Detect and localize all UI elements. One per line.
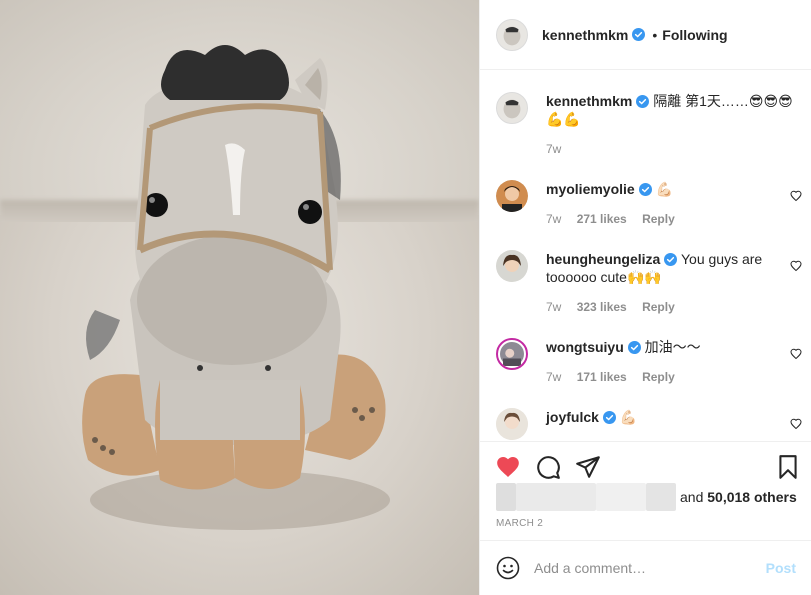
comment-username[interactable]: heungheungeliza	[546, 251, 660, 267]
verified-icon	[627, 341, 641, 354]
small-heart-icon[interactable]	[790, 348, 802, 360]
post-header: kennethmkm • Following	[480, 0, 811, 70]
comment-body: joyfulck 💪🏻	[546, 408, 796, 440]
verified-icon	[638, 183, 652, 196]
caption: kennethmkm 隔離 第1天……😎😎😎💪💪 7w	[496, 92, 796, 158]
comment-meta: 7w 171 likes Reply	[546, 368, 796, 386]
caption-avatar-image	[497, 93, 527, 123]
comment-age[interactable]: 7w	[546, 212, 561, 226]
comment-avatar[interactable]	[496, 180, 528, 212]
share-icon[interactable]	[575, 454, 601, 480]
instagram-post-window: kennethmkm • Following kennethmkm 隔離 第1天…	[0, 0, 811, 595]
comment-avatar-image	[496, 408, 528, 440]
header-separator: •	[652, 26, 658, 43]
comment-meta: 7w 271 likes Reply	[546, 210, 796, 228]
post-side-panel: kennethmkm • Following kennethmkm 隔離 第1天…	[479, 0, 811, 595]
following-button[interactable]: Following	[662, 27, 727, 43]
comment-username[interactable]: joyfulck	[546, 409, 599, 425]
verified-icon	[636, 95, 650, 108]
comment-text-line: heungheungeliza You guys are toooooo cut…	[546, 250, 796, 286]
comment-body: wongtsuiyu 加油～～ 7w 171 likes Reply	[546, 338, 796, 386]
comment-avatar-image	[496, 250, 528, 282]
author-avatar[interactable]	[496, 18, 528, 51]
author-avatar-image	[497, 19, 527, 50]
small-heart-icon[interactable]	[790, 260, 802, 272]
caption-text-line: kennethmkm 隔離 第1天……😎😎😎💪💪	[546, 92, 796, 128]
comment-avatar-image	[500, 342, 524, 366]
likes-count[interactable]: 50,018 others	[707, 489, 797, 505]
liker-name-blurred	[516, 483, 596, 511]
comment-avatar[interactable]	[496, 250, 528, 282]
comment-text-line: joyfulck 💪🏻	[546, 408, 796, 426]
heart-icon[interactable]	[495, 454, 521, 480]
verified-icon	[632, 28, 646, 41]
reply-button[interactable]: Reply	[642, 370, 675, 384]
caption-avatar[interactable]	[496, 92, 528, 124]
emoji-icon[interactable]	[496, 556, 520, 580]
comment-text: 💪🏻	[619, 409, 638, 425]
comment-avatar[interactable]	[496, 408, 528, 440]
comment-item: myoliemyolie 💪🏻 7w 271 likes Reply	[496, 180, 796, 228]
comment-text: 💪🏻	[655, 181, 674, 197]
likes-and-text: and	[680, 489, 704, 505]
caption-username[interactable]: kennethmkm	[546, 93, 632, 109]
comment-avatar-image	[496, 180, 528, 212]
likes-text: and 50,018 others	[680, 489, 797, 505]
comment-item: wongtsuiyu 加油～～ 7w 171 likes Reply	[496, 338, 796, 386]
caption-body: kennethmkm 隔離 第1天……😎😎😎💪💪 7w	[546, 92, 796, 158]
bookmark-icon[interactable]	[775, 454, 801, 480]
plush-horse-illustration	[82, 45, 390, 530]
comments-list[interactable]: kennethmkm 隔離 第1天……😎😎😎💪💪 7w myoliemyolie…	[480, 71, 811, 441]
comment-username[interactable]: myoliemyolie	[546, 181, 635, 197]
comment-text-line: myoliemyolie 💪🏻	[546, 180, 796, 198]
comment-text: 加油～～	[644, 339, 701, 355]
comment-body: myoliemyolie 💪🏻 7w 271 likes Reply	[546, 180, 796, 228]
comment-item: heungheungeliza You guys are toooooo cut…	[496, 250, 796, 316]
comment-age[interactable]: 7w	[546, 370, 561, 384]
reply-button[interactable]: Reply	[642, 300, 675, 314]
author-username[interactable]: kennethmkm	[542, 27, 628, 43]
add-comment-bar: Post	[480, 540, 811, 595]
likes-summary: and 50,018 others	[496, 482, 806, 512]
comment-item: joyfulck 💪🏻	[496, 408, 796, 440]
comment-text-line: wongtsuiyu 加油～～	[546, 338, 796, 356]
comment-likes[interactable]: 171 likes	[577, 370, 627, 384]
small-heart-icon[interactable]	[790, 418, 802, 430]
comment-username[interactable]: wongtsuiyu	[546, 339, 624, 355]
add-comment-input[interactable]	[534, 560, 754, 576]
comment-age[interactable]: 7w	[546, 300, 561, 314]
comment-likes[interactable]: 323 likes	[577, 300, 627, 314]
post-photo[interactable]	[0, 0, 479, 595]
caption-meta: 7w	[546, 140, 796, 158]
small-heart-icon[interactable]	[790, 190, 802, 202]
post-comment-button[interactable]: Post	[766, 560, 796, 576]
verified-icon	[664, 253, 678, 266]
comment-icon[interactable]	[535, 454, 561, 480]
reply-button[interactable]: Reply	[642, 212, 675, 226]
comment-avatar[interactable]	[496, 338, 528, 370]
comment-body: heungheungeliza You guys are toooooo cut…	[546, 250, 796, 316]
caption-age[interactable]: 7w	[546, 142, 561, 156]
comment-likes[interactable]: 271 likes	[577, 212, 627, 226]
liker-name-blurred	[596, 483, 646, 511]
verified-icon	[602, 411, 616, 424]
liker-avatar-blurred	[496, 483, 516, 511]
comment-meta: 7w 323 likes Reply	[546, 298, 796, 316]
liker-name-blurred	[646, 483, 676, 511]
post-date[interactable]: MARCH 2	[496, 518, 543, 529]
